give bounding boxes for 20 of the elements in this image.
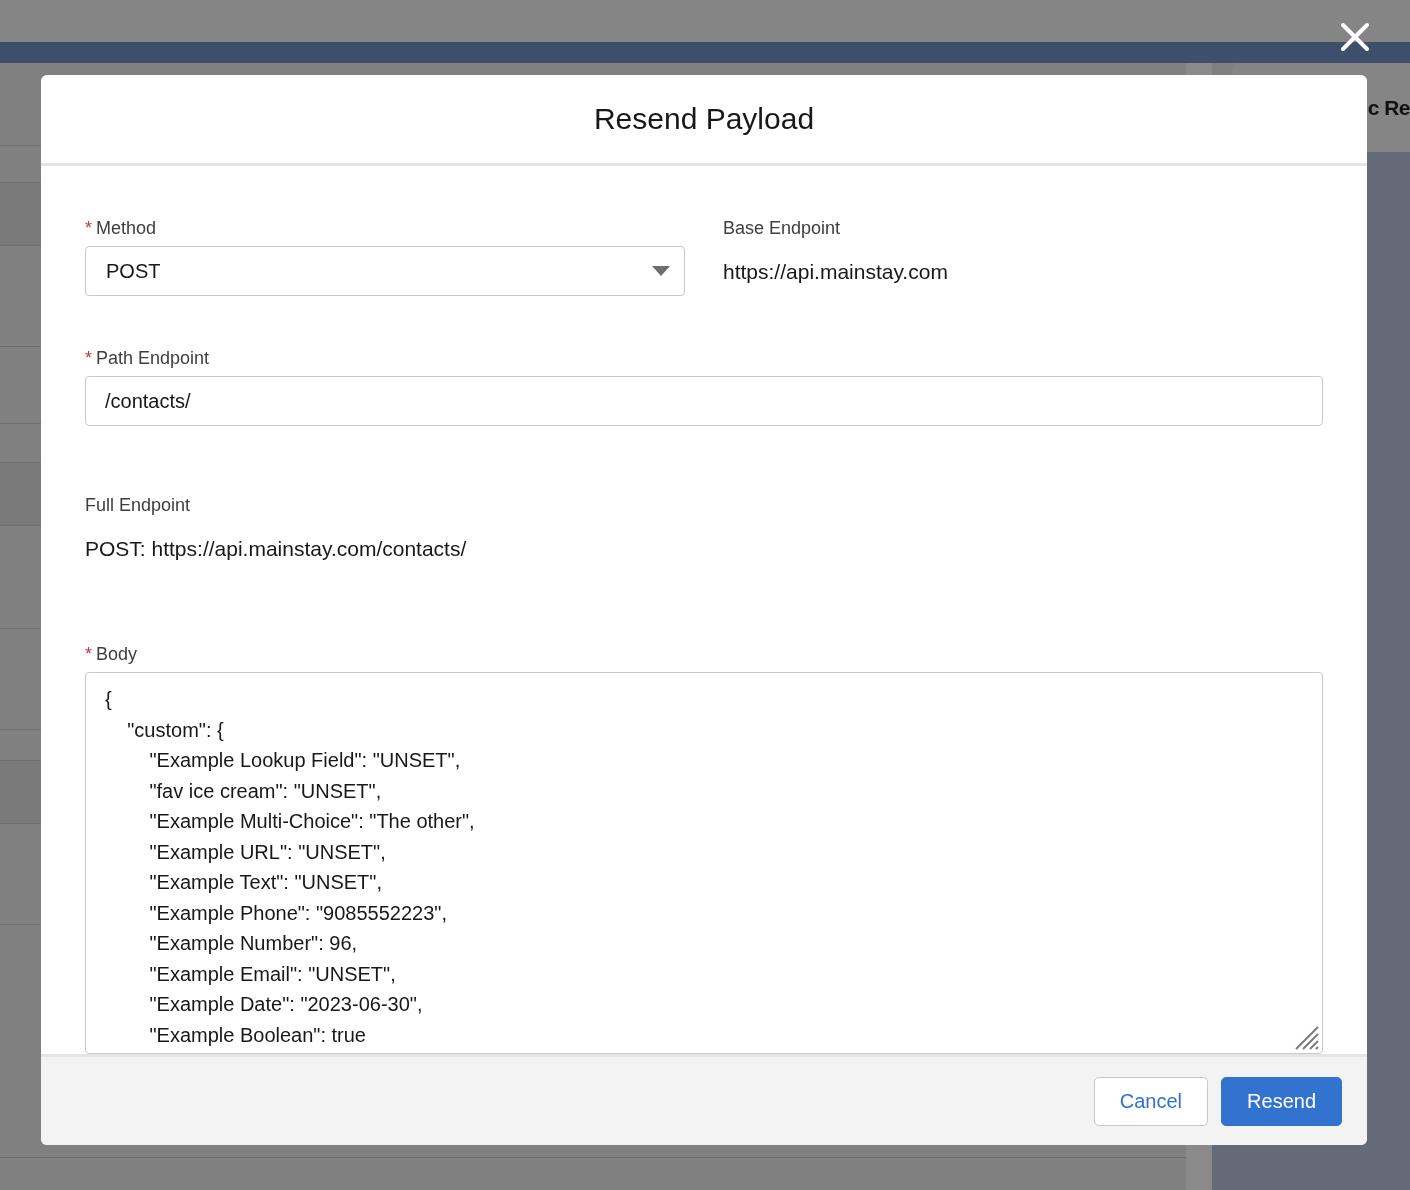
field-label: Path Endpoint xyxy=(96,348,210,369)
close-icon[interactable] xyxy=(1340,22,1370,52)
field-label: Method xyxy=(96,218,157,239)
cancel-button[interactable]: Cancel xyxy=(1093,1076,1209,1126)
dialog-title: Resend Payload xyxy=(593,102,815,136)
input-field[interactable]: /contacts/ xyxy=(85,376,1323,426)
required-marker: * xyxy=(85,348,92,369)
card-title: c Re xyxy=(1367,95,1410,120)
field-label: Base Endpoint xyxy=(723,218,841,239)
method-dropdown[interactable]: POST xyxy=(85,246,685,296)
required-marker: * xyxy=(85,218,92,239)
body-textarea[interactable]: { "custom": { "Example Lookup Field": "UNSET", "fav ice cream": "UNSET", "Example Multi-Choice": "The other", "Example URL": "UNSET", "Example Text": "UNSET", "Example Phone": "9085552223", "Example Number": 96, "Example Email": "UNSET", "Example Date": "2023-06-30", "Example Boolean": true xyxy=(85,672,1323,1054)
required-marker: * xyxy=(85,644,92,665)
endpoint-text: POST: https://api.mainstay.com/contacts/ xyxy=(85,537,468,561)
field-label: Body xyxy=(96,644,138,665)
resize-handle-icon[interactable] xyxy=(1294,1025,1320,1051)
resend-button[interactable]: Resend xyxy=(1221,1076,1342,1126)
field-label: Full Endpoint xyxy=(85,495,191,516)
endpoint-text: https://api.mainstay.com xyxy=(723,260,949,284)
caret-icon xyxy=(652,265,670,277)
